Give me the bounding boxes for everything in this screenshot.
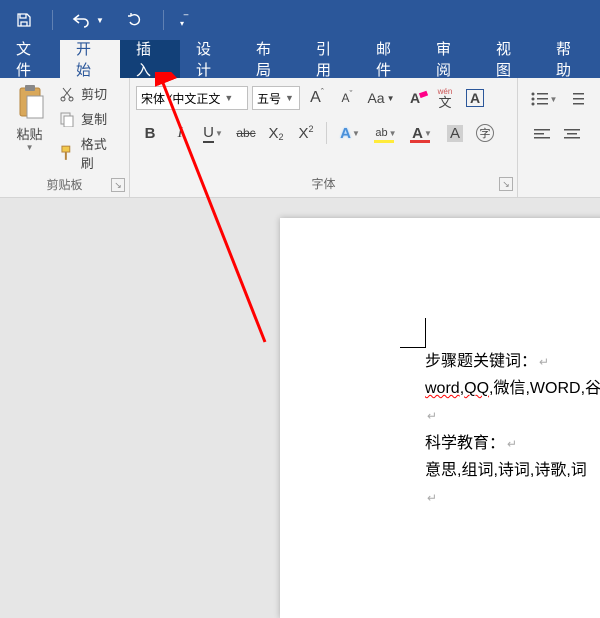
font-size-value: 五号 <box>257 90 281 107</box>
text-effects-button[interactable]: A▼ <box>333 120 367 146</box>
tab-insert[interactable]: 插入 <box>120 40 180 78</box>
superscript-button[interactable]: X2 <box>292 120 320 146</box>
tab-file[interactable]: 文件 <box>0 40 60 78</box>
save-button[interactable] <box>10 6 38 34</box>
highlight-button[interactable]: ab▼ <box>369 120 403 146</box>
separator <box>326 122 327 144</box>
document-area: 步骤题关键词：↵ word,QQ,微信,WORD,谷 ↵ 科学教育：↵ 意思,组… <box>0 198 600 500</box>
font-launcher[interactable]: ↘ <box>499 177 513 191</box>
text-line: 意思,组词,诗词,诗歌,词 <box>425 457 600 484</box>
copy-button[interactable]: 复制 <box>59 109 119 128</box>
customize-qat-button[interactable]: ‾▾ <box>178 6 198 34</box>
document-page[interactable]: 步骤题关键词：↵ word,QQ,微信,WORD,谷 ↵ 科学教育：↵ 意思,组… <box>280 218 600 618</box>
tab-layout[interactable]: 布局 <box>240 40 300 78</box>
text-line: ↵ <box>425 484 600 511</box>
char-shading-button[interactable]: A <box>441 120 469 146</box>
text-cursor <box>400 318 426 348</box>
enclose-char-button[interactable]: 字 <box>471 120 499 146</box>
group-paragraph: ▼ <box>518 78 600 197</box>
tab-mailings[interactable]: 邮件 <box>360 40 420 78</box>
format-painter-button[interactable]: 格式刷 <box>59 134 119 172</box>
bullets-button[interactable]: ▼ <box>528 86 560 112</box>
align-center-button[interactable] <box>558 122 586 148</box>
text-line: ↵ <box>425 402 600 429</box>
text-line: 科学教育：↵ <box>425 430 600 457</box>
text-line: word,QQ,微信,WORD,谷 <box>425 375 600 402</box>
tab-home[interactable]: 开始 <box>60 40 120 78</box>
paste-label: 粘贴 <box>17 124 43 143</box>
numbering-button[interactable] <box>562 86 590 112</box>
bold-button[interactable]: B <box>136 120 164 146</box>
underline-button[interactable]: U▼ <box>196 120 230 146</box>
ribbon: 粘贴 ▼ 剪切 复制 格式刷 剪贴板 ↘ <box>0 78 600 198</box>
quick-access-toolbar: ▼ ‾▾ <box>0 0 600 40</box>
grow-font-button[interactable]: Aˆ <box>304 86 330 110</box>
font-color-button[interactable]: A▼ <box>405 120 439 146</box>
change-case-button[interactable]: Aa▼ <box>364 86 398 110</box>
copy-label: 复制 <box>81 109 107 128</box>
strike-button[interactable]: abc <box>232 120 260 146</box>
text-line: 步骤题关键词：↵ <box>425 348 600 375</box>
clear-format-button[interactable]: A <box>402 86 428 110</box>
tab-design[interactable]: 设计 <box>180 40 240 78</box>
separator <box>163 10 164 30</box>
tab-review[interactable]: 审阅 <box>420 40 480 78</box>
subscript-button[interactable]: X2 <box>262 120 290 146</box>
tab-help[interactable]: 帮助 <box>540 40 600 78</box>
group-clipboard: 粘贴 ▼ 剪切 复制 格式刷 剪贴板 ↘ <box>0 78 130 197</box>
cut-button[interactable]: 剪切 <box>59 84 119 103</box>
separator <box>52 10 53 30</box>
paste-button[interactable]: 粘贴 ▼ <box>6 82 53 152</box>
font-size-combo[interactable]: 五号▼ <box>252 86 300 110</box>
tab-view[interactable]: 视图 <box>480 40 540 78</box>
phonetic-guide-button[interactable]: wén文 <box>432 86 458 110</box>
clipboard-launcher[interactable]: ↘ <box>111 178 125 192</box>
shrink-font-button[interactable]: Aˇ <box>334 86 360 110</box>
italic-button[interactable]: I <box>166 120 194 146</box>
ribbon-tabs: 文件 开始 插入 设计 布局 引用 邮件 审阅 视图 帮助 <box>0 40 600 78</box>
undo-button[interactable]: ▼ <box>67 6 107 34</box>
tab-references[interactable]: 引用 <box>300 40 360 78</box>
align-left-button[interactable] <box>528 122 556 148</box>
font-name-value: 宋体 (中文正文 <box>141 90 220 107</box>
char-border-button[interactable]: A <box>462 86 488 110</box>
font-name-combo[interactable]: 宋体 (中文正文▼ <box>136 86 248 110</box>
group-label-paragraph <box>518 175 600 197</box>
format-painter-label: 格式刷 <box>81 134 119 172</box>
cut-label: 剪切 <box>81 84 107 103</box>
redo-button[interactable] <box>121 6 149 34</box>
group-label-font: 字体 ↘ <box>130 175 517 197</box>
group-font: 宋体 (中文正文▼ 五号▼ Aˆ Aˇ Aa▼ A wén文 A <box>130 78 518 197</box>
group-label-clipboard: 剪贴板 ↘ <box>0 176 129 197</box>
